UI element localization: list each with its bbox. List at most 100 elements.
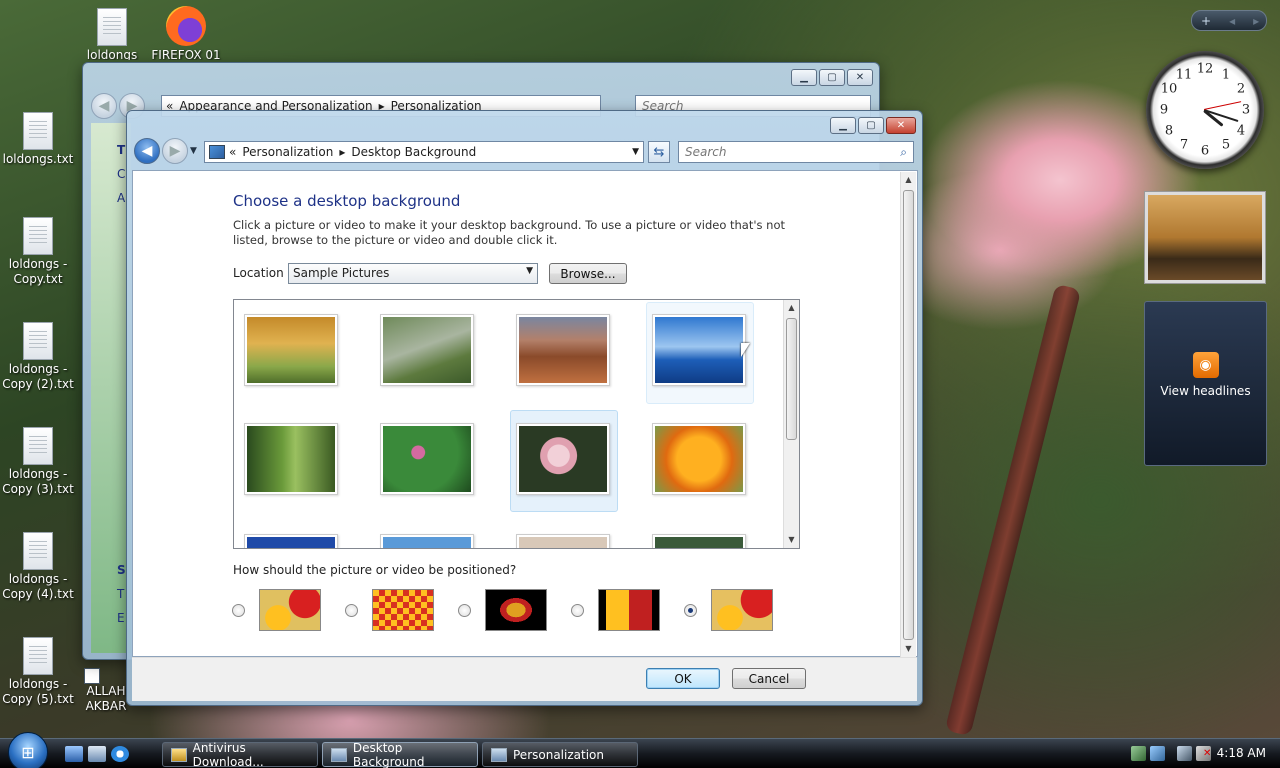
slideshow-gadget[interactable]	[1144, 191, 1266, 284]
text-file-icon	[23, 637, 53, 675]
dialog-nav: ◀ ▶ ▼	[134, 138, 197, 164]
position-question: How should the picture or video be posit…	[233, 563, 517, 577]
second-hand	[1203, 101, 1242, 110]
show-desktop-icon[interactable]	[65, 746, 83, 762]
page-description: Click a picture or video to make it your…	[233, 218, 786, 247]
scroll-down-icon[interactable]: ▼	[901, 641, 916, 657]
thumbnail-desert-rocks[interactable]	[516, 314, 610, 386]
desktop-icon-loldongs-copy-3[interactable]: loldongs - Copy (3).txt	[0, 427, 76, 497]
position-letterbox-preview[interactable]	[598, 589, 660, 631]
taskbar-button-antivirus[interactable]: Antivirus Download...	[162, 741, 318, 768]
taskbar-button-personalization[interactable]: Personalization	[482, 742, 638, 767]
dialog-scrollbar[interactable]: ▲ ▼	[900, 172, 916, 657]
position-fit-preview[interactable]	[259, 589, 321, 631]
thumbnail-row3-3[interactable]	[516, 534, 610, 548]
search-icon[interactable]: ⌕	[900, 145, 907, 160]
search-input[interactable]: Search ⌕	[678, 141, 914, 163]
view-headlines-link[interactable]: View headlines	[1145, 384, 1266, 398]
location-select[interactable]: Sample Pictures ▼	[288, 263, 538, 284]
control-panel-icon	[209, 145, 225, 159]
breadcrumb-separator-icon: ▸	[339, 145, 346, 159]
scroll-thumb[interactable]	[903, 190, 914, 640]
minimize-icon[interactable]: ▁	[791, 69, 817, 86]
scroll-up-icon[interactable]: ▲	[901, 172, 916, 188]
thumbnail-row3-1[interactable]	[244, 534, 338, 548]
clock-gadget[interactable]: 12 1 2 3 4 5 6 7 8 9 10 11	[1146, 51, 1264, 169]
back-button[interactable]: ◀	[91, 93, 117, 119]
minimize-icon[interactable]: ▁	[830, 117, 856, 134]
desktop-icon-loldongs-txt[interactable]: loldongs.txt	[0, 112, 76, 167]
text-file-icon	[23, 217, 53, 255]
tray-app-icon[interactable]	[1150, 746, 1165, 761]
taskbar-button-desktop-background[interactable]: Desktop Background	[322, 741, 478, 768]
internet-explorer-icon[interactable]	[111, 746, 129, 762]
location-label: Location	[233, 266, 284, 280]
switch-windows-icon[interactable]	[88, 746, 106, 762]
thumbnail-autumn-tree[interactable]	[244, 314, 338, 386]
close-icon[interactable]: ✕	[847, 69, 873, 86]
thumbnail-ocean-boat[interactable]	[652, 314, 746, 386]
thumbnail-row3-4[interactable]	[652, 534, 746, 548]
slideshow-image	[1148, 195, 1262, 280]
start-button[interactable]: ⊞	[8, 732, 48, 768]
thumbnail-stream-meadow[interactable]	[380, 314, 474, 386]
recent-pages-chevron-icon[interactable]: ▼	[190, 146, 197, 156]
thumbnail-green-leaves-flowers[interactable]	[380, 423, 474, 495]
back-arrow-icon[interactable]: ◀	[134, 138, 160, 164]
scroll-thumb[interactable]	[786, 318, 797, 440]
rss-feed-icon: ◉	[1192, 352, 1219, 378]
taskbar-clock[interactable]: 4:18 AM	[1217, 746, 1266, 760]
radio-fit-letterbox[interactable]	[571, 604, 584, 617]
feed-headlines-gadget[interactable]: ◉ View headlines	[1144, 301, 1267, 466]
window-controls: ▁ ▢ ✕	[791, 69, 873, 86]
mouse-cursor-icon	[741, 343, 750, 357]
thumbnail-row3-2[interactable]	[380, 534, 474, 548]
address-dropdown-icon[interactable]: ▼	[632, 147, 639, 157]
radio-center[interactable]	[458, 604, 471, 617]
shortcut-icon	[84, 668, 100, 684]
volume-muted-icon[interactable]: ✕	[1196, 746, 1211, 761]
desktop-icon-firefox[interactable]: FIREFOX 01	[148, 6, 224, 60]
control-panel-icon	[331, 747, 347, 762]
gallery-scrollbar[interactable]: ▲ ▼	[783, 300, 799, 548]
text-file-icon	[97, 8, 127, 46]
desktop-icon-loldongs-copy-5[interactable]: loldongs - Copy (5).txt	[0, 637, 76, 707]
thumbnail-orange-daisies[interactable]	[652, 423, 746, 495]
thumbnail-pink-flowers[interactable]	[516, 423, 610, 495]
cancel-button[interactable]: Cancel	[732, 668, 806, 689]
desktop-icon-loldongs-copy[interactable]: loldongs - Copy.txt	[0, 217, 76, 287]
previous-icon[interactable]: ◂	[1229, 14, 1235, 28]
close-icon[interactable]: ✕	[886, 117, 916, 134]
taskbar: ⊞ Antivirus Download... Desktop Backgrou…	[0, 732, 1280, 768]
position-center-preview[interactable]	[485, 589, 547, 631]
firefox-icon	[166, 6, 206, 46]
page-title: Choose a desktop background	[233, 192, 461, 210]
control-panel-icon	[491, 747, 507, 762]
scroll-down-icon[interactable]: ▼	[784, 532, 799, 548]
maximize-icon[interactable]: ▢	[858, 117, 884, 134]
radio-fit-to-screen[interactable]	[232, 604, 245, 617]
thumbnail-forest-path[interactable]	[244, 423, 338, 495]
address-bar[interactable]: « Personalization ▸ Desktop Background ▼	[204, 141, 644, 163]
ok-button[interactable]: OK	[646, 668, 720, 689]
browse-button[interactable]: Browse...	[549, 263, 627, 284]
wallpaper-gallery[interactable]: ▲ ▼	[233, 299, 800, 549]
forward-arrow-icon[interactable]: ▶	[162, 138, 188, 164]
next-icon[interactable]: ▸	[1253, 14, 1259, 28]
position-stretch-preview[interactable]	[711, 589, 773, 631]
desktop-icon-loldongs[interactable]: loldongs	[74, 8, 150, 60]
wallpaper-stem	[944, 283, 1082, 737]
tray-app-icon[interactable]	[1131, 746, 1146, 761]
network-icon[interactable]	[1177, 746, 1192, 761]
text-file-icon	[23, 427, 53, 465]
position-tile-preview[interactable]	[372, 589, 434, 631]
scroll-up-icon[interactable]: ▲	[784, 300, 799, 316]
window-controls: ▁ ▢ ✕	[830, 117, 916, 134]
add-gadget-icon[interactable]: +	[1201, 14, 1211, 28]
desktop-icon-loldongs-copy-2[interactable]: loldongs - Copy (2).txt	[0, 322, 76, 392]
desktop-icon-loldongs-copy-4[interactable]: loldongs - Copy (4).txt	[0, 532, 76, 602]
refresh-icon[interactable]: ⇆	[648, 141, 670, 163]
radio-tile[interactable]	[345, 604, 358, 617]
maximize-icon[interactable]: ▢	[819, 69, 845, 86]
radio-stretch[interactable]	[684, 604, 697, 617]
